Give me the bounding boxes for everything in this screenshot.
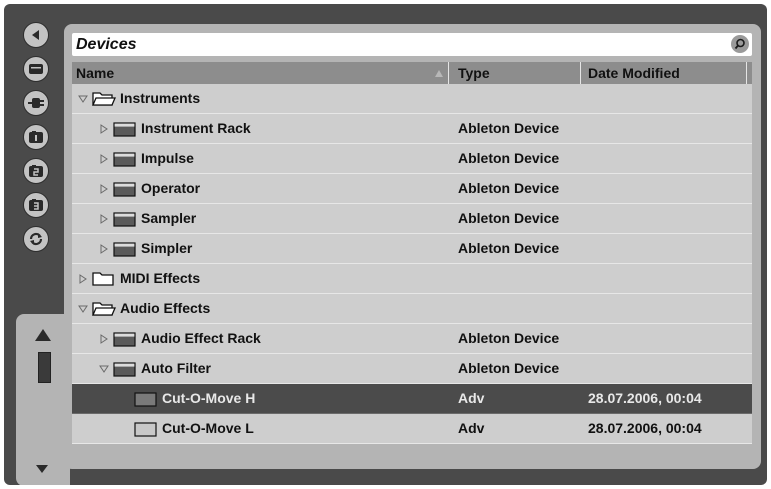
browser-row[interactable]: Impulse Ableton Device: [72, 144, 752, 174]
browser-panel: Devices Name Type Date Modified Instrume…: [64, 24, 761, 469]
folder-closed-icon: [92, 272, 114, 286]
expand-triangle-icon[interactable]: [99, 334, 109, 344]
browser-row[interactable]: Cut-O-Move L Adv 28.07.2006, 00:04: [72, 414, 752, 444]
row-name: MIDI Effects: [120, 270, 201, 286]
row-type: Adv: [458, 390, 485, 406]
expand-triangle-icon[interactable]: [99, 124, 109, 134]
file-browser-3-icon[interactable]: [23, 192, 49, 218]
row-name: Impulse: [141, 150, 194, 166]
row-type: Ableton Device: [458, 150, 560, 166]
row-type: Ableton Device: [458, 210, 560, 226]
scrollbar[interactable]: [16, 314, 70, 485]
row-type: Ableton Device: [458, 330, 560, 346]
row-name: Sampler: [141, 210, 197, 226]
collapse-triangle-icon[interactable]: [99, 364, 109, 374]
file-browser-1-icon[interactable]: [23, 124, 49, 150]
row-name: Cut-O-Move L: [162, 420, 254, 436]
row-type: Ableton Device: [458, 180, 560, 196]
row-date-modified: 28.07.2006, 00:04: [588, 390, 702, 406]
row-name: Cut-O-Move H: [162, 390, 256, 406]
row-type: Adv: [458, 420, 485, 436]
live-browser-window: Devices Name Type Date Modified Instrume…: [4, 4, 767, 485]
sort-ascending-icon[interactable]: [434, 69, 444, 78]
device-icon: [113, 182, 136, 197]
collapse-triangle-icon[interactable]: [78, 94, 88, 104]
browser-title: Devices: [76, 36, 137, 53]
column-header-name[interactable]: Name: [76, 62, 114, 84]
device-icon: [113, 332, 136, 347]
column-header-type[interactable]: Type: [458, 62, 490, 84]
browser-row[interactable]: Audio Effect Rack Ableton Device: [72, 324, 752, 354]
row-name: Auto Filter: [141, 360, 211, 376]
expand-triangle-icon[interactable]: [99, 244, 109, 254]
row-type: Ableton Device: [458, 240, 560, 256]
preset-icon: [134, 392, 157, 407]
browser-row[interactable]: Simpler Ableton Device: [72, 234, 752, 264]
device-icon: [113, 122, 136, 137]
browser-row[interactable]: Auto Filter Ableton Device: [72, 354, 752, 384]
live-devices-icon[interactable]: [23, 56, 49, 82]
browser-sidebar: [8, 14, 70, 485]
refresh-icon[interactable]: [23, 226, 49, 252]
preset-icon: [134, 422, 157, 437]
browser-row[interactable]: Audio Effects: [72, 294, 752, 324]
search-icon[interactable]: [731, 35, 749, 53]
row-name: Operator: [141, 180, 201, 196]
row-name: Simpler: [141, 240, 193, 256]
expand-triangle-icon[interactable]: [99, 214, 109, 224]
expand-triangle-icon[interactable]: [78, 274, 88, 284]
plug-ins-icon[interactable]: [23, 90, 49, 116]
browser-row[interactable]: MIDI Effects: [72, 264, 752, 294]
scroll-up-arrow-icon[interactable]: [34, 328, 52, 342]
scroll-thumb[interactable]: [38, 352, 51, 383]
browser-row[interactable]: Instrument Rack Ableton Device: [72, 114, 752, 144]
folder-open-icon: [92, 302, 116, 316]
browser-title-bar: Devices: [72, 33, 752, 56]
browser-row[interactable]: Cut-O-Move H Adv 28.07.2006, 00:04: [72, 384, 752, 414]
row-date-modified: 28.07.2006, 00:04: [588, 420, 702, 436]
scroll-down-arrow-icon[interactable]: [35, 464, 49, 474]
browser-row[interactable]: Sampler Ableton Device: [72, 204, 752, 234]
column-header-date-modified[interactable]: Date Modified: [588, 62, 680, 84]
expand-triangle-icon[interactable]: [99, 154, 109, 164]
device-icon: [113, 242, 136, 257]
row-type: Ableton Device: [458, 120, 560, 136]
column-divider: [746, 62, 747, 84]
row-name: Audio Effect Rack: [141, 330, 261, 346]
folder-open-icon: [92, 92, 116, 106]
row-name: Audio Effects: [120, 300, 211, 316]
device-icon: [113, 212, 136, 227]
browser-row[interactable]: Instruments: [72, 84, 752, 114]
file-browser-2-icon[interactable]: [23, 158, 49, 184]
device-icon: [113, 362, 136, 377]
expand-triangle-icon[interactable]: [99, 184, 109, 194]
column-divider: [448, 62, 449, 84]
row-name: Instruments: [120, 90, 201, 106]
hide-browser-arrow-icon[interactable]: [23, 22, 49, 48]
collapse-triangle-icon[interactable]: [78, 304, 88, 314]
device-icon: [113, 152, 136, 167]
row-type: Ableton Device: [458, 360, 560, 376]
column-divider: [580, 62, 581, 84]
browser-row[interactable]: Operator Ableton Device: [72, 174, 752, 204]
row-name: Instrument Rack: [141, 120, 251, 136]
column-header: Name Type Date Modified: [72, 62, 752, 84]
